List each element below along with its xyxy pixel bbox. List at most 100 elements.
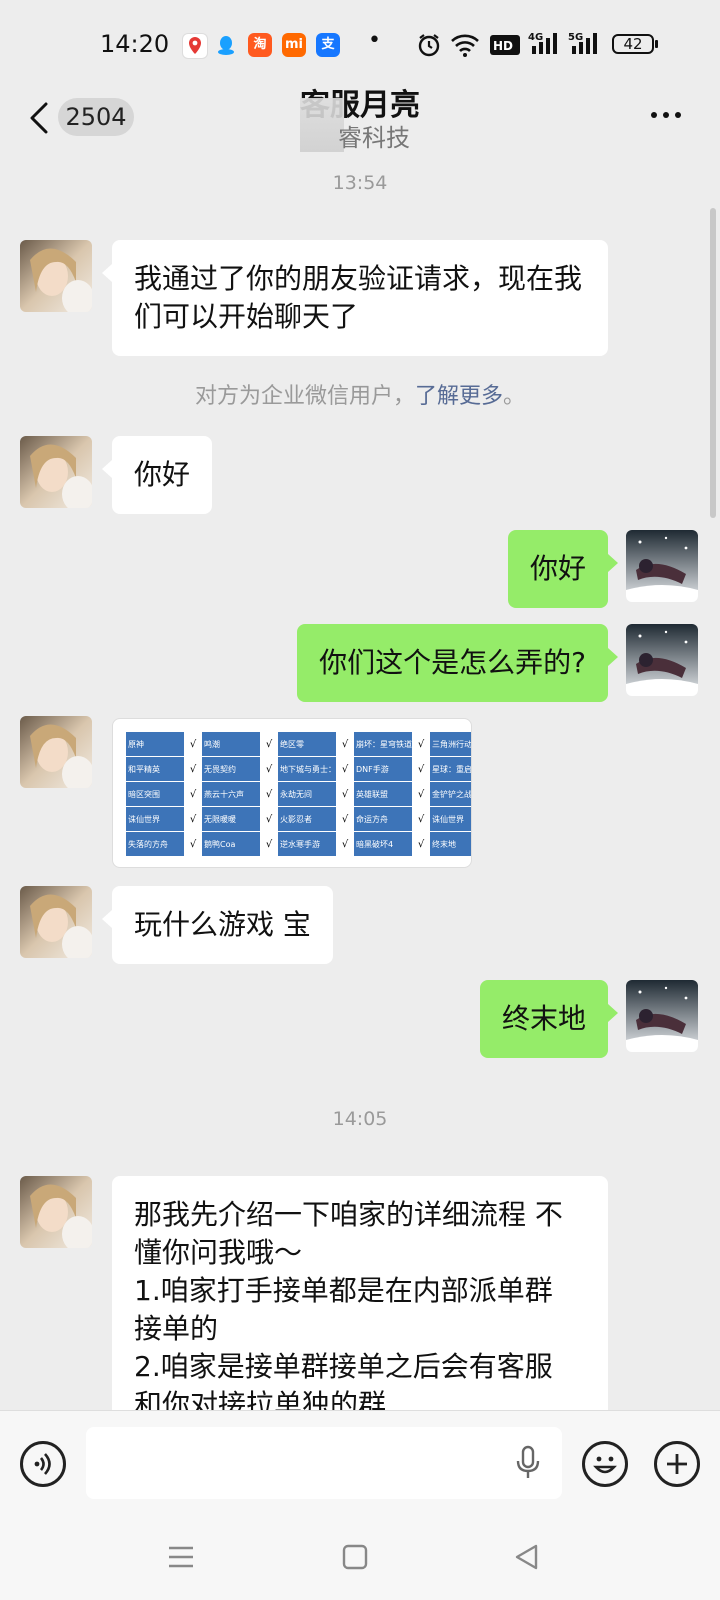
signal-4g-icon: 4G [528, 32, 557, 54]
contact-avatar[interactable] [20, 436, 92, 508]
more-dots-icon [651, 112, 681, 118]
game-cell: 崩坏：星穹铁道 [353, 731, 413, 757]
contact-avatar[interactable] [20, 1176, 92, 1248]
game-cell: 无畏契约 [201, 756, 261, 782]
system-nav-bar [0, 1520, 720, 1600]
chat-header: 2504 客服月亮 睿科技 [0, 88, 720, 160]
signal-5g-icon: 5G [568, 32, 597, 54]
check-cell: √ [184, 781, 202, 807]
incoming-message[interactable]: 玩什么游戏 宝 [102, 886, 333, 964]
check-cell: √ [260, 831, 278, 857]
table-row: 暗区突围√ 燕云十六声√ 永劫无间√ 英雄联盟√ 金铲铲之战√ [125, 781, 471, 807]
check-cell: √ [412, 806, 430, 832]
message-line: 接单的 [134, 1312, 219, 1345]
input-bar [0, 1410, 720, 1521]
game-cell: 诛仙世界 [429, 806, 471, 832]
contact-avatar[interactable] [20, 886, 92, 958]
outgoing-message[interactable]: 你们这个是怎么弄的? [297, 624, 618, 702]
table-row: 失落的方舟√ 鹅鸭Coa√ 逆水寒手游√ 暗黑破坏4√ 终末地√ [125, 831, 471, 857]
system-notice: 对方为企业微信用户，了解更多。 [0, 378, 720, 410]
back-triangle-icon[interactable] [512, 1542, 542, 1572]
scrollbar-thumb[interactable] [710, 208, 716, 518]
contact-avatar[interactable] [20, 716, 92, 788]
game-cell: DNF手游 [353, 756, 413, 782]
game-cell: 失落的方舟 [125, 831, 185, 857]
check-cell: √ [260, 806, 278, 832]
plus-icon [667, 1454, 687, 1474]
game-cell: 诛仙世界 [125, 806, 185, 832]
outgoing-message[interactable]: 你好 [507, 530, 619, 608]
game-cell: 命运方舟 [353, 806, 413, 832]
game-cell: 鸣潮 [201, 731, 261, 757]
message-line: 2.咱家是接单群接单之后会有客服 [134, 1350, 553, 1383]
check-cell: √ [260, 756, 278, 782]
voice-toggle-button[interactable] [20, 1441, 66, 1487]
table-row: 原神√ 鸣潮√ 绝区零√ 崩坏：星穹铁道√ 三角洲行动√ [125, 731, 471, 757]
message-line: 懂你问我哦～ [134, 1236, 303, 1269]
qq-app-icon [214, 33, 238, 57]
status-time: 14:20 [100, 30, 170, 58]
message-input[interactable] [86, 1427, 562, 1499]
microphone-icon[interactable] [514, 1445, 542, 1481]
image-message[interactable]: 原神√ 鸣潮√ 绝区零√ 崩坏：星穹铁道√ 三角洲行动√ 和平精英√ 无畏契约√… [112, 718, 472, 868]
game-cell: 永劫无间 [277, 781, 337, 807]
game-cell: 终末地 [429, 831, 471, 857]
message-timestamp: 13:54 [332, 172, 388, 194]
game-cell: 三角洲行动 [429, 731, 471, 757]
check-cell: √ [412, 756, 430, 782]
contact-avatar[interactable] [20, 240, 92, 312]
game-cell: 原神 [125, 731, 185, 757]
taobao-app-icon: 淘 [248, 33, 272, 57]
alarm-icon [418, 34, 440, 57]
menu-icon[interactable] [166, 1542, 196, 1572]
game-list-table: 原神√ 鸣潮√ 绝区零√ 崩坏：星穹铁道√ 三角洲行动√ 和平精英√ 无畏契约√… [125, 731, 471, 857]
game-cell: 暗黑破坏4 [353, 831, 413, 857]
game-cell: 金铲铲之战 [429, 781, 471, 807]
check-cell: √ [184, 831, 202, 857]
game-cell: 绝区零 [277, 731, 337, 757]
svg-text:HD: HD [493, 39, 513, 53]
more-functions-button[interactable] [654, 1441, 700, 1487]
home-icon[interactable] [340, 1542, 370, 1572]
check-cell: √ [336, 781, 354, 807]
maps-app-icon [182, 33, 208, 59]
status-bar: 14:20 淘 mi 支 • HD 4G 5G 42 [0, 0, 720, 88]
more-options-button[interactable] [648, 100, 688, 130]
emoji-button[interactable] [582, 1441, 628, 1487]
svg-text:5G: 5G [568, 32, 583, 43]
smiley-icon [593, 1456, 617, 1474]
alipay-app-icon: 支 [316, 33, 340, 57]
table-row: 和平精英√ 无畏契约√ 地下城与勇士：起源√ DNF手游√ 星球：重启√ [125, 756, 471, 782]
system-notice-suffix: 。 [503, 384, 526, 409]
my-avatar[interactable] [626, 980, 698, 1052]
check-cell: √ [336, 806, 354, 832]
check-cell: √ [412, 781, 430, 807]
notification-dot: • [368, 28, 381, 53]
battery-icon: 42 [612, 34, 654, 54]
incoming-message[interactable]: 你好 [101, 436, 213, 514]
check-cell: √ [336, 731, 354, 757]
check-cell: √ [184, 731, 202, 757]
table-row: 诛仙世界√ 无限暖暖√ 火影忍者√ 命运方舟√ 诛仙世界√ [125, 806, 471, 832]
my-avatar[interactable] [626, 530, 698, 602]
outgoing-message[interactable]: 终末地 [479, 980, 619, 1058]
check-cell: √ [260, 731, 278, 757]
svg-text:4G: 4G [528, 32, 543, 43]
incoming-message[interactable]: 我通过了你的朋友验证请求，现在我们可以开始聊天了 [102, 240, 608, 356]
game-cell: 和平精英 [125, 756, 185, 782]
learn-more-link[interactable]: 了解更多 [415, 384, 503, 409]
game-cell: 英雄联盟 [353, 781, 413, 807]
check-cell: √ [260, 781, 278, 807]
check-cell: √ [412, 731, 430, 757]
game-cell: 火影忍者 [277, 806, 337, 832]
system-notice-text: 对方为企业微信用户， [194, 384, 415, 409]
mi-app-icon: mi [282, 33, 306, 57]
check-cell: √ [336, 756, 354, 782]
wifi-icon [451, 34, 479, 57]
voice-icon [34, 1453, 51, 1475]
game-cell: 暗区突围 [125, 781, 185, 807]
game-cell: 鹅鸭Coa [201, 831, 261, 857]
message-line: 那我先介绍一下咱家的详细流程 不 [134, 1198, 563, 1231]
my-avatar[interactable] [626, 624, 698, 696]
chat-subtitle: 睿科技 [338, 124, 410, 152]
